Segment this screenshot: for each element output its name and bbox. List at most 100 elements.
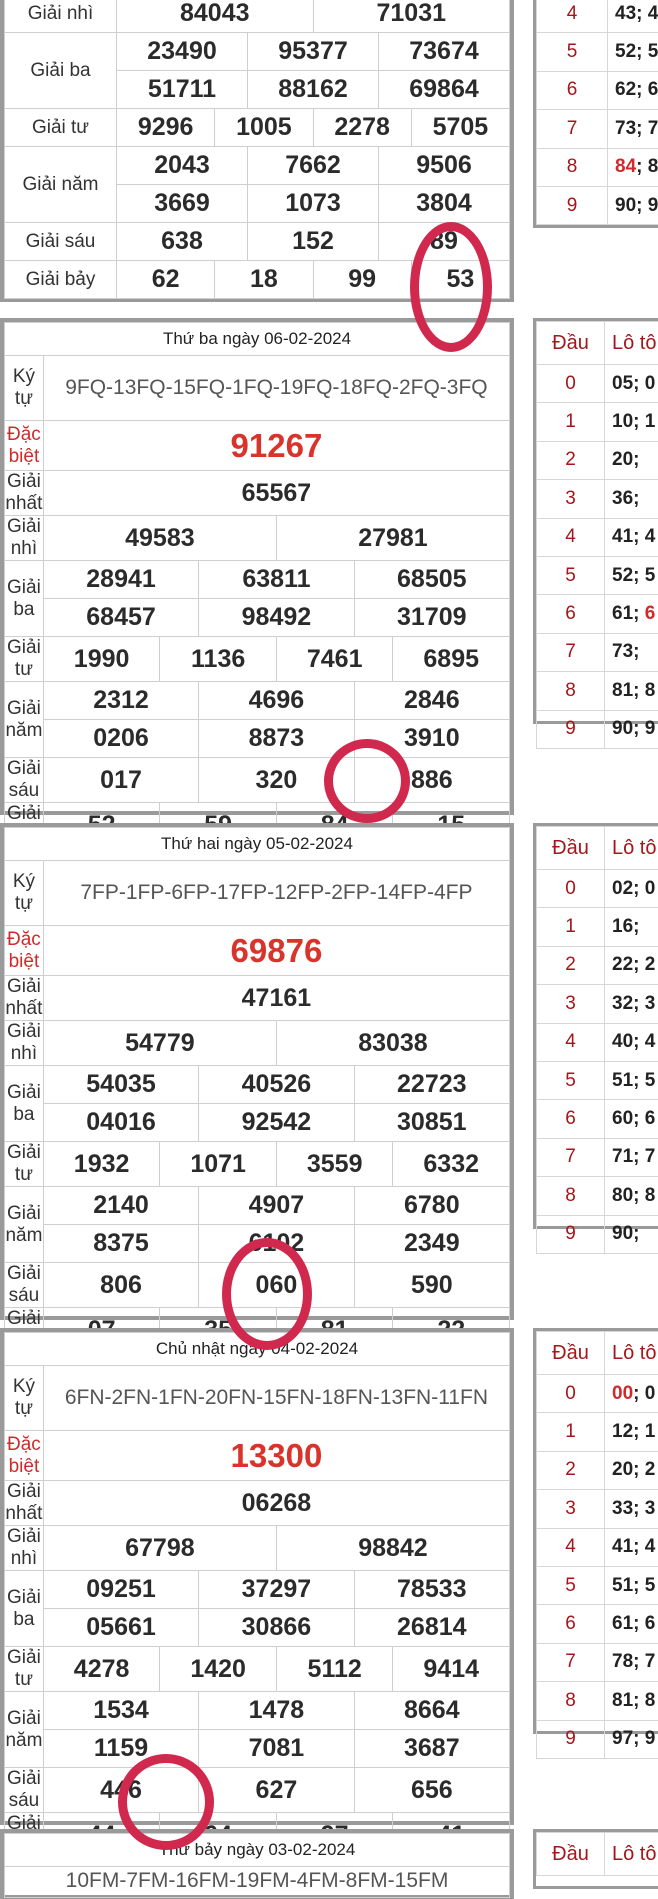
dau-digit: 3 [537,1490,605,1528]
dau-row: 6 61; 6 [537,595,658,633]
loto-text: ; 0 [633,1383,655,1404]
prize-number: 95377 [248,33,379,71]
loto-text: 97; 9 [612,1728,655,1749]
loto-values: 51; 5 [605,1566,658,1604]
prize-number: 152 [248,223,379,261]
label-giai-ba: Giải ba [5,1066,44,1142]
loto-text: 71; 7 [612,1146,655,1167]
prize-number: 73674 [379,33,510,71]
label-giai-ba: Giải ba [5,33,117,109]
prize-number: 017 [43,758,198,803]
label-giai-tu: Giải tư [5,109,117,147]
prize-number: 5705 [411,109,509,147]
special-prize-number: 69876 [43,926,509,976]
prize-number: 22723 [354,1066,509,1104]
prize-number: 7081 [199,1730,354,1768]
dau-digit: 4 [537,1023,605,1061]
prize-number: 656 [354,1768,509,1813]
loto-text: 52; 5 [615,41,658,62]
dau-row: 8 81; 8 [537,672,658,710]
dau-digit: 0 [537,870,605,908]
prize-number: 98492 [199,599,354,637]
loto-text: 52; 5 [612,565,655,586]
loto-values: 32; 3 [605,985,658,1023]
loto-text: 40; 4 [612,1031,655,1052]
prize-number: 1534 [43,1692,198,1730]
prize-number: 886 [354,758,509,803]
loto-values: 81; 8 [605,672,658,710]
label-giai-sau: Giải sáu [5,1263,44,1308]
loto-text: 32; 3 [612,993,655,1014]
prize-number: 7662 [248,147,379,185]
dau-row: 1 16; [537,908,658,946]
dau-digit: 1 [537,1413,605,1451]
prize-number: 67798 [43,1526,276,1571]
prize-number: 446 [43,1768,198,1813]
loto-values: 12; 1 [605,1413,658,1451]
dau-digit: 2 [537,441,605,479]
loto-values: 61; 6 [605,1605,658,1643]
prize-number: 62 [117,261,215,299]
prize-number: 53 [411,261,509,299]
prize-number: 28941 [43,561,198,599]
prize-number: 68457 [43,599,198,637]
dau-digit: 7 [537,633,605,671]
loto-values: 16; [605,908,658,946]
dau-table-2: ĐầuLô tô 0 02; 0 1 16; 2 22; 2 3 32; 3 4… [533,823,658,1229]
dau-row: 7 71; 7 [537,1138,658,1176]
loto-text: 16; [612,916,639,937]
prize-number: 806 [43,1263,198,1308]
prize-number: 3687 [354,1730,509,1768]
label-giai-nhi: Giải nhì [5,516,44,561]
loto-values: 41; 4 [605,518,658,556]
label-giai-ba: Giải ba [5,1571,44,1647]
loto-values: 52; 5 [608,33,658,71]
ky-tu-value: 10FM-7FM-16FM-19FM-4FM-8FM-15FM [5,1867,510,1898]
prize-number: 3910 [354,720,509,758]
prize-number: 0206 [43,720,198,758]
dau-row: 4 43; 4 [537,0,658,33]
prize-number: 27981 [276,516,509,561]
dau-row: 7 73; [537,633,658,671]
result-table-0: Giải nhì 84043 71031 Giải ba 23490 95377… [0,0,514,302]
loto-text: 51; 5 [612,1575,655,1596]
loto-values: 36; [605,480,658,518]
dau-digit: 4 [537,0,608,33]
dau-digit: 5 [537,1566,605,1604]
special-prize-number: 91267 [43,421,509,471]
loto-text: 61; [612,603,645,624]
loto-values: 00; 0 [605,1375,658,1413]
prize-number: 2140 [43,1187,198,1225]
prize-number: 54779 [43,1021,276,1066]
loto-text: 90; 9 [615,195,658,216]
prize-number: 060 [199,1263,354,1308]
prize-number: 37297 [199,1571,354,1609]
loto-text: 02; 0 [612,878,655,899]
prize-number: 69864 [379,71,510,109]
dau-digit: 5 [537,1061,605,1099]
dau-digit: 9 [537,186,608,224]
prize-number: 1136 [160,637,277,682]
loto-values: 02; 0 [605,870,658,908]
loto-values: 71; 7 [605,1138,658,1176]
loto-values: 90; 9 [605,710,658,748]
ky-tu-value: 6FN-2FN-1FN-20FN-15FN-18FN-13FN-11FN [43,1366,509,1431]
prize-number: 06268 [43,1481,509,1526]
loto-values: 51; 5 [605,1061,658,1099]
dau-row: 3 36; [537,480,658,518]
prize-number: 2312 [43,682,198,720]
dau-digit: 9 [537,1720,605,1758]
dau-row: 9 97; 9 [537,1720,658,1758]
dau-digit: 0 [537,365,605,403]
prize-number: 8873 [199,720,354,758]
result-table-4: Thứ bảy ngày 03-02-2024 10FM-7FM-16FM-19… [0,1829,514,1899]
dau-row: 8 84; 8 [537,148,658,186]
dau-digit: 3 [537,985,605,1023]
loto-text: 20; 2 [612,1459,655,1480]
loto-text: 41; 4 [612,526,655,547]
loto-text: 62; 6 [615,79,658,100]
dau-row: 8 81; 8 [537,1682,658,1720]
dau-digit: 5 [537,556,605,594]
prize-number: 83038 [276,1021,509,1066]
prize-number: 9506 [379,147,510,185]
